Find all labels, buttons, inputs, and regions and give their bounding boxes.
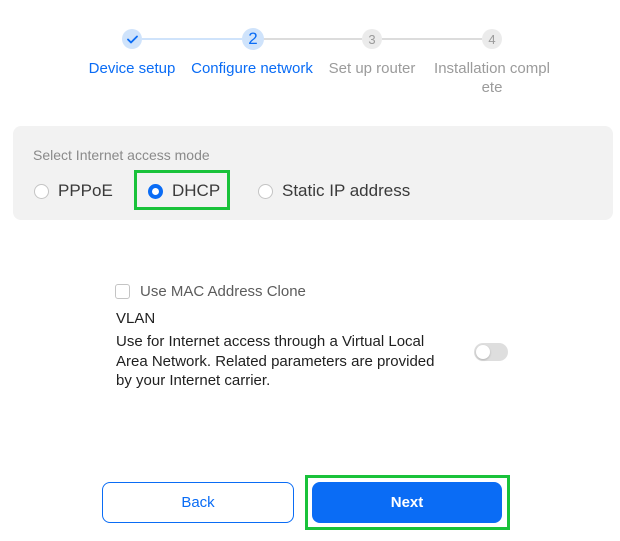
step-3-label: Set up router <box>328 60 416 77</box>
mac-clone-checkbox[interactable] <box>115 284 130 299</box>
vlan-toggle[interactable] <box>474 343 508 361</box>
back-button[interactable]: Back <box>102 482 294 523</box>
mac-clone-checkbox-row[interactable]: Use MAC Address Clone <box>115 283 306 300</box>
step-2-number: 2 <box>248 29 258 48</box>
radio-static-ip-indicator[interactable] <box>258 183 273 199</box>
vlan-description: Use for Internet access through a Virtua… <box>116 333 435 389</box>
vlan-toggle-knob <box>476 345 490 359</box>
radio-pppoe-label: PPPoE <box>58 181 113 200</box>
step-4-label: Installation complete <box>434 60 550 96</box>
step-4-number: 4 <box>488 31 496 47</box>
radio-pppoe-indicator[interactable] <box>34 183 49 199</box>
step-2-indicator: 2 <box>242 28 264 50</box>
access-mode-panel: Select Internet access mode PPPoE DHCP S… <box>13 126 613 220</box>
radio-pppoe[interactable]: PPPoE <box>34 178 113 204</box>
step-1-indicator <box>122 29 142 49</box>
check-icon <box>126 35 138 43</box>
mac-clone-label: Use MAC Address Clone <box>140 283 306 300</box>
radio-static-ip-label: Static IP address <box>282 181 411 200</box>
step-1-label: Device setup <box>88 60 176 77</box>
dhcp-highlight-box <box>134 170 230 210</box>
step-connector-2 <box>262 38 362 40</box>
step-connector-1 <box>142 38 242 40</box>
setup-stepper: 2 3 4 Device setup Configure network Set… <box>0 0 620 110</box>
step-3-number: 3 <box>368 31 376 47</box>
access-mode-title: Select Internet access mode <box>33 147 210 163</box>
step-2-label: Configure network <box>191 60 313 77</box>
next-highlight-box <box>305 475 510 530</box>
radio-static-ip[interactable]: Static IP address <box>258 178 410 204</box>
vlan-title: VLAN <box>116 310 156 327</box>
step-4-indicator: 4 <box>482 29 502 49</box>
step-3-indicator: 3 <box>362 29 382 49</box>
step-connector-3 <box>382 38 482 40</box>
